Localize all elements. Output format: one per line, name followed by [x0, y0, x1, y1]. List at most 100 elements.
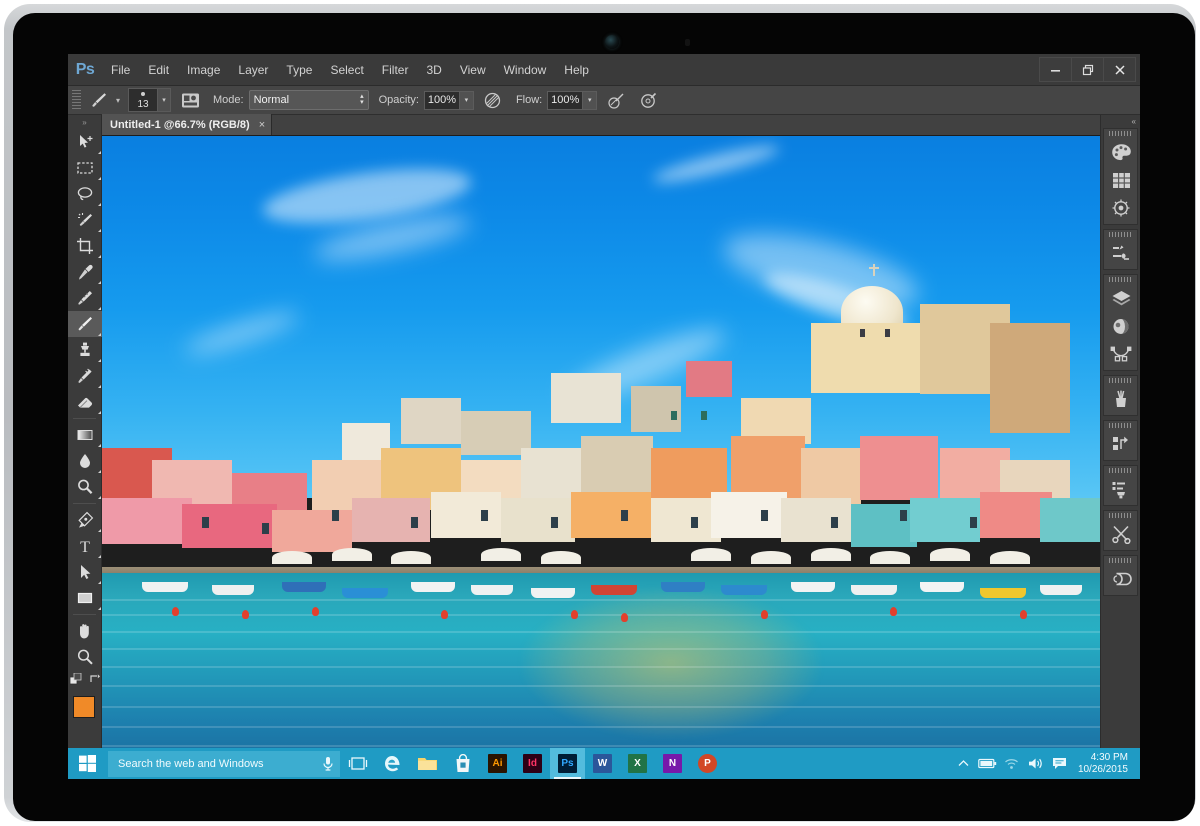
taskbar-app-file-explorer[interactable] [410, 748, 445, 779]
panel-rail-collapse-icon[interactable]: « [1101, 115, 1140, 128]
tool-lasso[interactable] [68, 181, 102, 207]
panel-group-grip[interactable] [1104, 466, 1137, 475]
panel-group-grip[interactable] [1104, 511, 1137, 520]
show-hidden-icons-button[interactable] [952, 748, 976, 779]
adjustments-wheel-icon[interactable] [1104, 194, 1138, 222]
document-tab[interactable]: Untitled-1 @66.7% (RGB/8) × [102, 114, 272, 135]
action-center-button[interactable] [1048, 748, 1072, 779]
actions-play-icon[interactable] [1104, 475, 1138, 503]
scissors-screwdriver-icon[interactable] [1104, 520, 1138, 548]
tool-zoom[interactable] [68, 644, 102, 670]
tool-eraser[interactable] [68, 389, 102, 415]
image-canvas[interactable] [102, 136, 1100, 760]
menu-edit[interactable]: Edit [139, 58, 178, 82]
network-button[interactable] [1000, 748, 1024, 779]
foreground-color-swatch[interactable] [73, 696, 95, 718]
menu-type[interactable]: Type [277, 58, 321, 82]
tool-hand[interactable] [68, 618, 102, 644]
tool-eyedropper[interactable] [68, 259, 102, 285]
tool-blur[interactable] [68, 448, 102, 474]
tool-type[interactable]: T [68, 533, 102, 559]
tool-brush[interactable] [68, 311, 102, 337]
swap-colors-icon[interactable] [89, 673, 101, 685]
taskbar-app-indesign[interactable]: Id [515, 748, 550, 779]
parasol [990, 551, 1030, 564]
tool-quick-selection[interactable] [68, 207, 102, 233]
tool-gradient[interactable] [68, 422, 102, 448]
menu-3d[interactable]: 3D [417, 58, 450, 82]
brush-preset-caret-icon[interactable]: ▾ [112, 89, 124, 111]
taskbar-app-photoshop[interactable]: Ps [550, 748, 585, 779]
brush-tool-icon[interactable] [86, 89, 112, 111]
brush-settings-icon[interactable] [1104, 239, 1138, 267]
tool-move[interactable] [68, 129, 102, 155]
opacity-value-field[interactable]: 100% [424, 91, 460, 110]
history-arrow-icon[interactable] [1104, 430, 1138, 458]
microphone-icon[interactable] [322, 756, 334, 772]
airbrush-icon[interactable] [603, 88, 629, 112]
menu-file[interactable]: File [102, 58, 139, 82]
menu-window[interactable]: Window [495, 58, 556, 82]
flow-value-field[interactable]: 100% [547, 91, 583, 110]
menu-image[interactable]: Image [178, 58, 229, 82]
creative-cloud-icon[interactable] [1104, 565, 1138, 593]
swatches-grid-icon[interactable] [1104, 166, 1138, 194]
taskbar-app-powerpoint[interactable]: P [690, 748, 725, 779]
taskbar-clock[interactable]: 4:30 PM 10/26/2015 [1072, 752, 1136, 776]
tool-healing-brush[interactable] [68, 285, 102, 311]
brush-jar-icon[interactable] [1104, 385, 1138, 413]
menu-layer[interactable]: Layer [229, 58, 277, 82]
taskbar-app-word[interactable]: W [585, 748, 620, 779]
minimize-button[interactable] [1039, 57, 1072, 82]
document-tab-close-icon[interactable]: × [259, 119, 265, 131]
panel-group-grip[interactable] [1104, 556, 1137, 565]
menu-filter[interactable]: Filter [373, 58, 418, 82]
volume-button[interactable] [1024, 748, 1048, 779]
tool-flyout-indicator [98, 470, 101, 473]
opacity-pressure-icon[interactable] [480, 88, 506, 112]
menu-view[interactable]: View [451, 58, 495, 82]
options-bar-grip[interactable] [72, 90, 81, 110]
restore-button[interactable] [1071, 57, 1104, 82]
tool-pen[interactable] [68, 507, 102, 533]
layers-stack-icon[interactable] [1104, 284, 1138, 312]
brush-panel-icon[interactable] [177, 88, 203, 112]
tool-history-brush[interactable] [68, 363, 102, 389]
tool-shape[interactable] [68, 585, 102, 611]
taskbar-app-store[interactable] [445, 748, 480, 779]
tablet-pressure-icon[interactable] [635, 88, 661, 112]
start-button[interactable] [68, 748, 106, 779]
panel-group-grip[interactable] [1104, 230, 1137, 239]
panel-group-grip[interactable] [1104, 421, 1137, 430]
brush-size-field[interactable]: 13 [128, 88, 158, 112]
menu-select[interactable]: Select [321, 58, 372, 82]
taskbar-app-illustrator[interactable]: Ai [480, 748, 515, 779]
blend-mode-select[interactable]: Normal ▴▾ [249, 90, 369, 110]
close-button[interactable] [1103, 57, 1136, 82]
tool-crop[interactable] [68, 233, 102, 259]
tool-marquee[interactable] [68, 155, 102, 181]
taskbar-app-excel[interactable]: X [620, 748, 655, 779]
taskbar-app-edge[interactable] [375, 748, 410, 779]
channels-icon[interactable] [1104, 312, 1138, 340]
tool-clone-stamp[interactable] [68, 337, 102, 363]
panel-group-grip[interactable] [1104, 129, 1137, 138]
boat [142, 582, 188, 592]
flow-dropdown[interactable]: ▾ [583, 91, 597, 110]
paths-node-icon[interactable] [1104, 340, 1138, 368]
color-palette-icon[interactable] [1104, 138, 1138, 166]
menu-help[interactable]: Help [555, 58, 598, 82]
panel-group-grip[interactable] [1104, 376, 1137, 385]
default-colors-icon[interactable] [70, 673, 83, 686]
taskbar-app-onenote[interactable]: N [655, 748, 690, 779]
tool-path-selection[interactable] [68, 559, 102, 585]
brush-size-dropdown[interactable]: ▾ [158, 88, 171, 112]
opacity-dropdown[interactable]: ▾ [460, 91, 474, 110]
panel-group-grip[interactable] [1104, 275, 1137, 284]
task-view-button[interactable] [340, 748, 375, 779]
color-swatches[interactable] [68, 694, 102, 740]
tools-panel-collapse-icon[interactable]: » [68, 115, 101, 129]
search-input[interactable]: Search the web and Windows [108, 751, 340, 777]
battery-button[interactable] [976, 748, 1000, 779]
tool-dodge[interactable] [68, 474, 102, 500]
